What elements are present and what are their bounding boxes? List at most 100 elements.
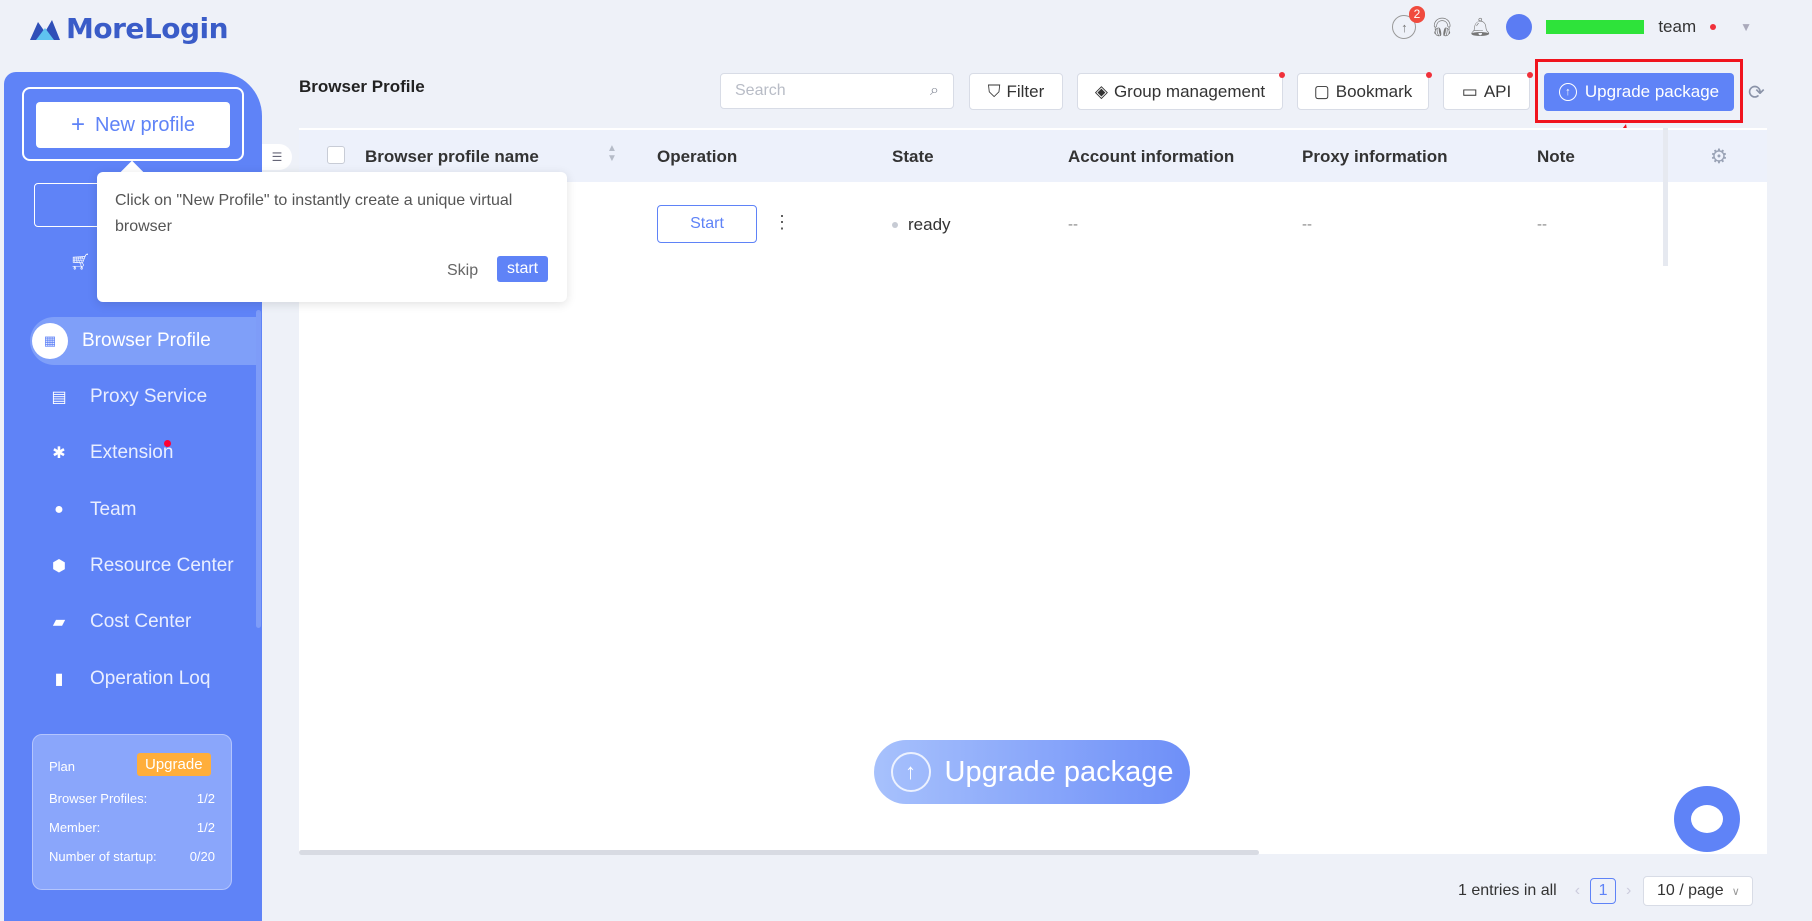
filter-label: Filter (1006, 81, 1045, 101)
cart-icon[interactable]: 🛒︎ (70, 252, 90, 272)
sidebar-item-label: Resource Center (90, 555, 234, 576)
sidebar-item-label: Team (90, 499, 137, 520)
plan-row: Number of startup: 0/20 (49, 849, 215, 864)
tooltip-text: Click on "New Profile" to instantly crea… (115, 192, 513, 235)
api-button[interactable]: ▭ API (1443, 73, 1530, 110)
pagination-total: 1 entries in all (1458, 882, 1557, 899)
plan-title-text: Plan (49, 759, 76, 774)
skip-button[interactable]: Skip (447, 262, 478, 280)
page-number[interactable]: 1 (1590, 878, 1617, 904)
bookmark-label: Bookmark (1335, 81, 1413, 101)
sidebar-item-team[interactable]: ● Team (30, 486, 256, 534)
floating-upgrade-label: Upgrade package (944, 755, 1174, 788)
sort-icon[interactable]: ▲ ▼ (607, 144, 617, 164)
search-input[interactable]: Search ⌕ (720, 73, 954, 109)
floating-upgrade-button[interactable]: ↑ Upgrade package (874, 740, 1190, 804)
plan-row-label: Number of startup: (49, 849, 157, 864)
next-page-icon[interactable]: › (1626, 882, 1631, 900)
avatar[interactable] (1506, 14, 1533, 40)
app-logo: MoreLogin (30, 12, 229, 45)
column-header-profile-name[interactable]: Browser profile name (365, 147, 539, 167)
sidebar-item-operation-log[interactable]: ▮ Operation Loq (30, 655, 256, 703)
sidebar-item-label: Operation Loq (90, 668, 211, 689)
group-red-dot (1279, 72, 1285, 78)
column-header-note: Note (1537, 147, 1575, 166)
upload-icon[interactable]: ↑ 2 (1392, 6, 1426, 39)
layers-icon: ◈ (1094, 81, 1108, 101)
puzzle-icon: ✱ (52, 445, 66, 462)
gear-icon[interactable]: ⚙ (1710, 144, 1728, 169)
plan-row: Member: 1/2 (49, 820, 215, 835)
sidebar-item-cost-center[interactable]: ▰ Cost Center (30, 598, 256, 646)
horizontal-scrollbar[interactable] (299, 850, 1259, 855)
start-button[interactable]: Start (657, 205, 757, 243)
upgrade-arrow-icon: ↑ (890, 752, 931, 792)
sidebar-item-label: Browser Profile (82, 330, 211, 351)
plan-row-value: 1/2 (196, 820, 215, 835)
note-cell: -- (1537, 216, 1547, 233)
log-icon: ▮ (54, 671, 64, 688)
page-size-label: 10 / page (1656, 882, 1724, 899)
search-icon[interactable]: ⌕ (930, 82, 939, 100)
wallet-icon: ▰ (52, 614, 66, 631)
state-dot (892, 222, 898, 228)
extension-red-dot (164, 440, 171, 447)
api-icon: ▭ (1461, 81, 1478, 101)
bookmark-button[interactable]: ▢ Bookmark (1297, 73, 1429, 110)
chevron-down-icon[interactable]: ▼ (1740, 20, 1752, 34)
profile-icon: ▦ (32, 323, 68, 359)
plan-row-label: Browser Profiles: (49, 791, 148, 806)
filter-icon: ⛉ (987, 81, 1001, 101)
state-label: ready (908, 215, 951, 234)
page-size-select[interactable]: 10 / page ∨ (1643, 876, 1754, 906)
header-actions: ↑ 2 🎧︎ 🔔︎ team ▼ (1392, 6, 1752, 40)
column-header-proxy: Proxy information (1302, 147, 1448, 166)
plan-upgrade-button[interactable]: Upgrade (137, 753, 211, 776)
chat-icon (1691, 805, 1723, 833)
plan-row-value: 1/2 (196, 791, 215, 806)
column-header-operation: Operation (657, 147, 738, 166)
select-all-checkbox[interactable] (327, 146, 345, 164)
bookmark-icon: ▢ (1313, 81, 1330, 101)
app-name: MoreLogin (66, 12, 229, 45)
sidebar-item-resource-center[interactable]: ⬢ Resource Center (30, 542, 256, 590)
more-options-icon[interactable]: ⋮ (773, 212, 791, 233)
collapse-sidebar-icon[interactable]: ☰ (262, 144, 292, 170)
chevron-down-icon: ∨ (1731, 885, 1740, 898)
sidebar-item-extension[interactable]: ✱ Extension (30, 429, 256, 477)
server-icon: ▤ (51, 389, 67, 406)
prev-page-icon[interactable]: ‹ (1575, 882, 1580, 900)
new-profile-button[interactable]: + New profile (36, 102, 230, 148)
chat-support-button[interactable] (1674, 786, 1740, 852)
sidebar-item-browser-profile[interactable]: ▦ Browser Profile (30, 317, 256, 365)
sidebar-item-proxy-service[interactable]: ▤ Proxy Service (30, 373, 256, 421)
plus-icon: + (70, 111, 85, 138)
team-label[interactable]: team (1658, 17, 1696, 37)
pagination: 1 entries in all ‹ 1 › 10 / page ∨ (1458, 876, 1754, 906)
group-management-button[interactable]: ◈ Group management (1077, 73, 1283, 110)
api-red-dot (1527, 72, 1533, 78)
onboarding-tooltip: Click on "New Profile" to instantly crea… (97, 172, 567, 302)
tooltip-start-button[interactable]: start (497, 256, 549, 282)
bell-icon[interactable]: 🔔︎ (1468, 15, 1492, 39)
plan-row-value: 0/20 (189, 849, 215, 864)
upgrade-highlight-box (1535, 59, 1743, 123)
filter-button[interactable]: ⛉ Filter (969, 73, 1063, 110)
cube-icon: ⬢ (52, 558, 66, 575)
api-label: API (1483, 81, 1512, 101)
sidebar-item-label: Extension (90, 442, 174, 463)
search-placeholder: Search (735, 82, 786, 99)
sidebar-scrollbar[interactable] (256, 310, 261, 628)
sidebar-item-label: Cost Center (90, 611, 192, 632)
plan-card: Plan Upgrade Browser Profiles: 1/2 Membe… (32, 734, 232, 890)
username-redacted (1546, 20, 1645, 34)
refresh-icon[interactable]: ⟳ (1748, 80, 1765, 105)
column-header-state: State (892, 147, 934, 166)
proxy-cell: -- (1302, 216, 1312, 233)
bookmark-red-dot (1426, 72, 1432, 78)
notification-badge: 2 (1408, 6, 1426, 23)
headset-icon[interactable]: 🎧︎ (1430, 15, 1454, 39)
page-title: Browser Profile (299, 77, 425, 96)
morelogin-logo-icon (30, 19, 60, 40)
team-icon: ● (54, 501, 64, 518)
